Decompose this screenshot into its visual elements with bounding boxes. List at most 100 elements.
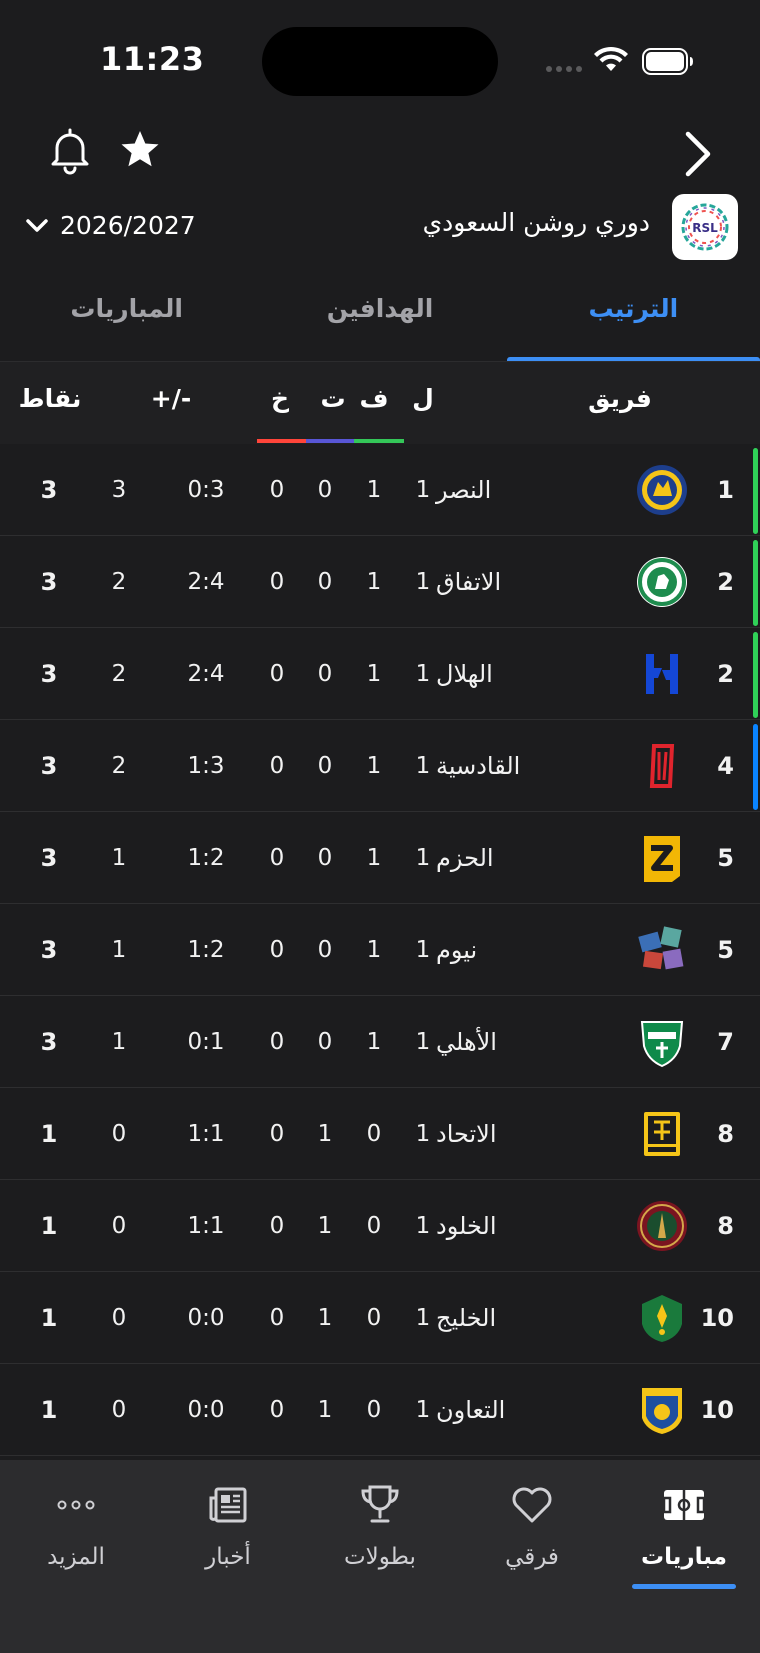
col-won: ف <box>359 384 389 413</box>
drawn-value: 0 <box>317 845 333 871</box>
favorite-star-icon[interactable] <box>118 126 162 176</box>
drawn-underline <box>306 439 354 443</box>
team-rank: 2 <box>717 568 734 596</box>
lost-value: 0 <box>269 661 285 687</box>
lost-value: 0 <box>269 1029 285 1055</box>
al-ahli-logo-icon <box>640 1021 684 1068</box>
points-value: 3 <box>40 476 58 504</box>
table-row[interactable]: 5 الحزم 1 1 0 0 1:2 1 3 <box>0 812 760 904</box>
drawn-value: 0 <box>317 661 333 687</box>
league-name: دوري روشن السعودي <box>422 208 650 237</box>
team-name: الحزم <box>436 844 494 872</box>
team-rank: 4 <box>717 752 734 780</box>
table-row[interactable]: 7 الأهلي 1 1 0 0 0:1 1 3 <box>0 996 760 1088</box>
table-row[interactable]: 2 الهلال 1 1 0 0 2:4 2 3 <box>0 628 760 720</box>
nav-more[interactable]: المزيد <box>0 1482 152 1592</box>
nav-my-teams[interactable]: فرقي <box>456 1482 608 1592</box>
battery-icon <box>642 48 693 75</box>
points-value: 3 <box>40 936 58 964</box>
team-rank: 2 <box>717 660 734 688</box>
lost-value: 0 <box>269 937 285 963</box>
team-logo <box>636 1088 688 1180</box>
table-row[interactable]: 5 نيوم 1 1 0 0 1:2 1 3 <box>0 904 760 996</box>
zone-indicator <box>753 448 758 534</box>
chevron-down-icon <box>26 219 48 232</box>
played-value: 1 <box>415 569 431 595</box>
goals-value: 2:4 <box>187 569 225 595</box>
zone-indicator <box>753 632 758 718</box>
team-logo <box>636 720 688 812</box>
svg-text:RSL: RSL <box>692 221 718 235</box>
dynamic-island <box>262 27 498 96</box>
table-row[interactable]: 10 التعاون 1 0 1 0 0:0 0 1 <box>0 1364 760 1456</box>
nav-label: بطولات <box>344 1544 416 1570</box>
nav-competitions[interactable]: بطولات <box>304 1482 456 1592</box>
diff-value: 2 <box>111 569 127 595</box>
drawn-value: 1 <box>317 1121 333 1147</box>
league-logo: RSL <box>672 194 738 260</box>
table-row[interactable]: 2 الاتفاق 1 1 0 0 2:4 2 3 <box>0 536 760 628</box>
table-row[interactable]: 4 القادسية 1 1 0 0 1:3 2 3 <box>0 720 760 812</box>
table-row[interactable]: 8 الاتحاد 1 0 1 0 1:1 0 1 <box>0 1088 760 1180</box>
status-time: 11:23 <box>100 40 205 78</box>
diff-value: 1 <box>111 845 127 871</box>
season-selector[interactable]: 2026/2027 <box>24 204 196 246</box>
back-chevron-icon[interactable] <box>676 126 720 182</box>
neom-logo-icon <box>638 926 684 970</box>
played-value: 1 <box>415 661 431 687</box>
points-value: 3 <box>40 568 58 596</box>
goals-value: 1:3 <box>187 753 225 779</box>
nav-matches[interactable]: مباريات <box>608 1482 760 1592</box>
table-row[interactable]: 10 الخليج 1 0 1 0 0:0 0 1 <box>0 1272 760 1364</box>
lost-value: 0 <box>269 1213 285 1239</box>
more-icon <box>53 1482 99 1528</box>
tab-matches[interactable]: المباريات <box>0 282 253 362</box>
diff-value: 0 <box>111 1213 127 1239</box>
al-kholood-logo-icon <box>637 1201 687 1251</box>
tab-top-scorers[interactable]: الهدافين <box>253 282 506 362</box>
won-value: 1 <box>366 937 382 963</box>
lost-value: 0 <box>269 845 285 871</box>
nav-news[interactable]: أخبار <box>152 1482 304 1592</box>
al-khaleej-logo-icon <box>642 1295 682 1342</box>
col-played: ل <box>412 384 434 413</box>
points-value: 3 <box>40 1028 58 1056</box>
lost-value: 0 <box>269 753 285 779</box>
diff-value: 0 <box>111 1397 127 1423</box>
team-name: الخلود <box>436 1212 497 1240</box>
league-header: RSL دوري روشن السعودي 2026/2027 <box>0 120 760 270</box>
table-row[interactable]: 8 الخلود 1 0 1 0 1:1 0 1 <box>0 1180 760 1272</box>
played-value: 1 <box>415 845 431 871</box>
team-name: الاتحاد <box>436 1120 497 1148</box>
goals-value: 0:3 <box>187 477 225 503</box>
team-name: الأهلي <box>436 1028 497 1056</box>
col-team: فريق <box>588 384 652 413</box>
played-value: 1 <box>415 1305 431 1331</box>
team-logo <box>636 996 688 1088</box>
points-value: 3 <box>40 752 58 780</box>
team-name: القادسية <box>436 752 521 780</box>
notification-bell-icon[interactable] <box>48 126 92 176</box>
team-rank: 5 <box>717 844 734 872</box>
points-value: 1 <box>40 1120 58 1148</box>
drawn-value: 0 <box>317 1029 333 1055</box>
tab-standings[interactable]: الترتيب <box>506 282 760 362</box>
table-row[interactable]: 1 النصر 1 1 0 0 0:3 3 3 <box>0 444 760 536</box>
zone-indicator <box>753 724 758 810</box>
played-value: 1 <box>415 753 431 779</box>
won-value: 0 <box>366 1397 382 1423</box>
goals-value: 2:4 <box>187 661 225 687</box>
lost-value: 0 <box>269 477 285 503</box>
diff-value: 1 <box>111 1029 127 1055</box>
won-value: 0 <box>366 1121 382 1147</box>
table-header: فريق ل ف ت خ +/- نقاط <box>0 362 760 444</box>
al-ettifaq-logo-icon <box>637 557 687 607</box>
season-label: 2026/2027 <box>60 210 196 240</box>
team-name: التعاون <box>436 1396 506 1424</box>
won-value: 1 <box>366 845 382 871</box>
al-hazem-logo-icon <box>644 836 680 882</box>
goals-value: 0:1 <box>187 1029 225 1055</box>
diff-value: 3 <box>111 477 127 503</box>
tab-bar: الترتيب الهدافين المباريات <box>0 282 760 362</box>
lost-value: 0 <box>269 1305 285 1331</box>
